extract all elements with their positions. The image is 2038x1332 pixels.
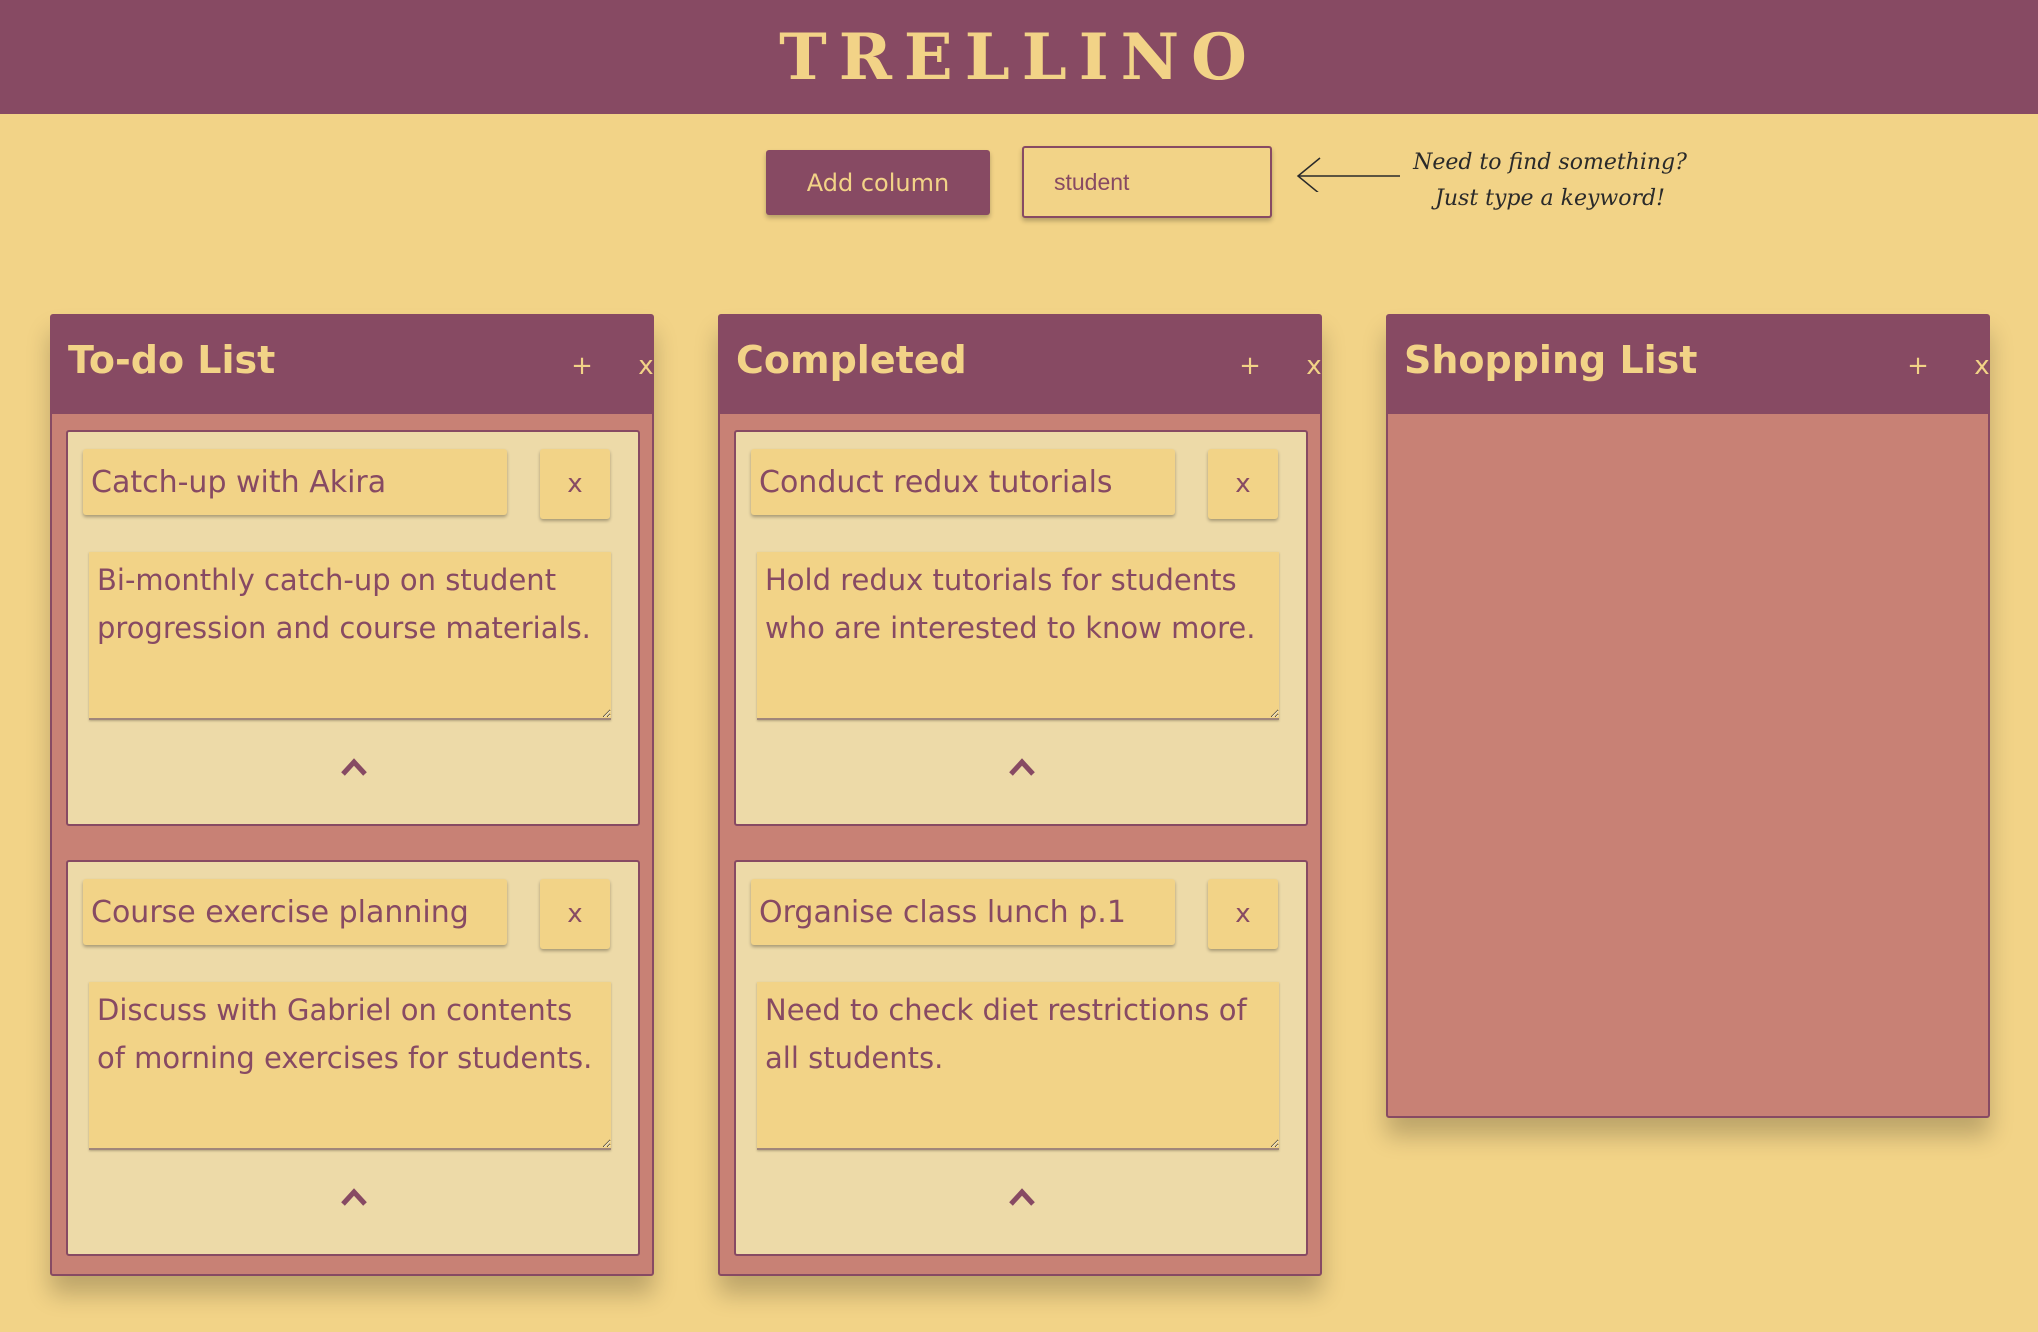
column-title: To-do List <box>68 338 276 382</box>
add-card-button[interactable]: + <box>564 348 600 384</box>
column-shopping-list: Shopping List + x <box>1386 314 1990 1118</box>
column-header: Shopping List + x <box>1388 316 1990 414</box>
chevron-up-icon[interactable] <box>339 1184 369 1210</box>
card-title-field[interactable]: Course exercise planning <box>83 879 507 945</box>
card: Course exercise planning x Discuss with … <box>66 860 640 1256</box>
column-title: Completed <box>736 338 967 382</box>
app-title: TRELLINO <box>779 19 1259 95</box>
column-body: Catch-up with Akira x Bi-monthly catch-u… <box>52 414 652 1274</box>
card-description-field[interactable]: Bi-monthly catch-up on student progressi… <box>89 552 611 720</box>
card-title-field[interactable]: Organise class lunch p.1 <box>751 879 1175 945</box>
add-column-button[interactable]: Add column <box>766 150 990 215</box>
delete-column-button[interactable]: x <box>1296 348 1332 384</box>
card: Catch-up with Akira x Bi-monthly catch-u… <box>66 430 640 826</box>
card: Organise class lunch p.1 x Need to check… <box>734 860 1308 1256</box>
search-hint-line-1: Need to find something? <box>1413 150 1687 175</box>
chevron-up-icon[interactable] <box>1007 754 1037 780</box>
card-title-field[interactable]: Conduct redux tutorials <box>751 449 1175 515</box>
card-description-field[interactable]: Need to check diet restrictions of all s… <box>757 982 1279 1150</box>
column-title: Shopping List <box>1404 338 1698 382</box>
column-body: Conduct redux tutorials x Hold redux tut… <box>720 414 1320 1274</box>
search-hint-line-2: Just type a keyword! <box>1435 186 1665 211</box>
column-body <box>1388 414 1988 1116</box>
delete-card-button[interactable]: x <box>1208 449 1278 519</box>
add-card-button[interactable]: + <box>1232 348 1268 384</box>
delete-card-button[interactable]: x <box>540 879 610 949</box>
card-title-field[interactable]: Catch-up with Akira <box>83 449 507 515</box>
column-header: Completed + x <box>720 316 1322 414</box>
column-header: To-do List + x <box>52 316 654 414</box>
delete-column-button[interactable]: x <box>1964 348 2000 384</box>
card-description-field[interactable]: Discuss with Gabriel on contents of morn… <box>89 982 611 1150</box>
search-input[interactable] <box>1022 146 1272 218</box>
app-header: TRELLINO <box>0 0 2038 114</box>
column-completed: Completed + x Conduct redux tutorials x … <box>718 314 1322 1276</box>
delete-card-button[interactable]: x <box>1208 879 1278 949</box>
column-todo-list: To-do List + x Catch-up with Akira x Bi-… <box>50 314 654 1276</box>
card: Conduct redux tutorials x Hold redux tut… <box>734 430 1308 826</box>
delete-column-button[interactable]: x <box>628 348 664 384</box>
chevron-up-icon[interactable] <box>1007 1184 1037 1210</box>
chevron-up-icon[interactable] <box>339 754 369 780</box>
add-card-button[interactable]: + <box>1900 348 1936 384</box>
search-hint: Need to find something? Just type a keyw… <box>1380 145 1720 217</box>
delete-card-button[interactable]: x <box>540 449 610 519</box>
card-description-field[interactable]: Hold redux tutorials for students who ar… <box>757 552 1279 720</box>
